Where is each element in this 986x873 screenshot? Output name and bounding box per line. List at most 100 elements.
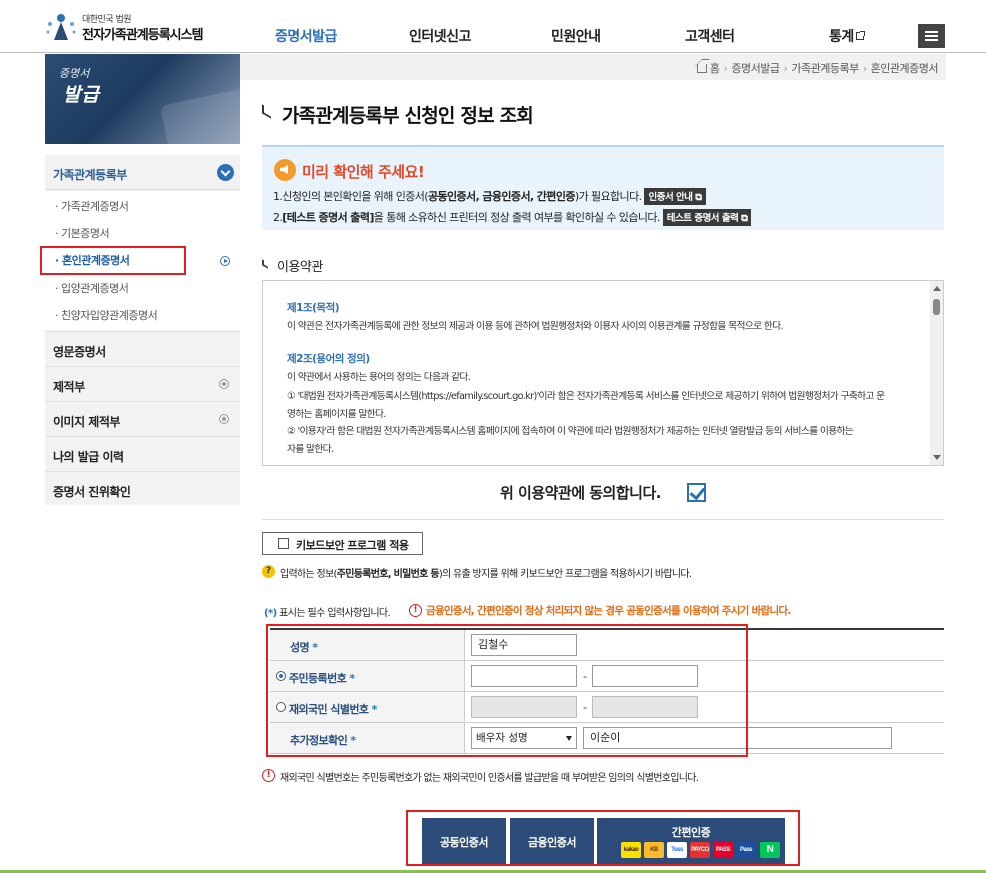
warning-icon: ! [262, 769, 275, 782]
sidebar-item-label: 기본증명서 [61, 227, 109, 240]
required-note: (*) 표시는 필수 입력사항입니다. [264, 604, 390, 619]
sidebar-section-family-registry[interactable]: 가족관계등록부 [45, 155, 240, 190]
terms-agree-checkbox[interactable] [687, 483, 706, 502]
terms-article-2-line: 자를 말한다. [287, 441, 333, 455]
sidebar-item-basic-cert[interactable]: · 기본증명서 [55, 225, 109, 241]
sidebar-group-label: 제적부 [53, 378, 85, 395]
auth-warning-text: 금융인증서, 간편인증이 정상 처리되지 않는 경우 공동인증서를 이용하여 주… [426, 603, 791, 618]
nav-certificate-issue[interactable]: 증명서발급 [275, 26, 337, 46]
hamburger-menu-icon [925, 35, 938, 37]
sidebar-item-label: 가족관계증명서 [61, 200, 128, 213]
scroll-down-icon[interactable] [933, 455, 941, 460]
highlight-box-sidebar [40, 246, 186, 275]
sidebar-banner: 증명서 발급 [45, 54, 240, 144]
sidebar-group-image-register[interactable]: 이미지 제적부 [45, 401, 240, 436]
keyboard-security-checkbox[interactable] [278, 538, 289, 549]
financial-cert-label: 금융인증서 [510, 834, 594, 850]
foreign-id-note: 재외국민 식별번호는 주민등록번호가 없는 재외국민이 인증서를 발급받을 때 … [280, 769, 698, 784]
terms-article-1-body: 이 약관은 전자가족관계등록에 관한 정보의 제공과 이용 등에 관하여 법원행… [287, 318, 783, 332]
notice-text: 을 통해 소유하신 프린터의 정상 출력 여부를 확인하실 수 있습니다. [374, 211, 660, 224]
question-icon: ? [262, 565, 275, 578]
home-icon[interactable] [697, 64, 707, 73]
cert-guide-label: 인증서 안내 [648, 192, 692, 203]
terms-scrollbar[interactable] [930, 281, 943, 465]
info-bold: 주민등록번호, 비밀번호 등 [337, 569, 439, 580]
joint-cert-label: 공동인증서 [422, 834, 506, 850]
breadcrumb: 홈›증명서발급›가족관계등록부›혼인관계증명서 [697, 60, 938, 76]
expand-circle-icon [219, 379, 229, 389]
sidebar-group-label: 이미지 제적부 [53, 413, 120, 430]
sidebar-group-english-cert[interactable]: 영문증명서 [45, 331, 240, 366]
nav-internet-report[interactable]: 인터넷신고 [409, 26, 471, 46]
nav-customer-center[interactable]: 고객센터 [685, 26, 735, 46]
breadcrumb-item[interactable]: 가족관계등록부 [791, 62, 858, 75]
sidebar-group-verify[interactable]: 증명서 진위확인 [45, 471, 240, 506]
financial-cert-button[interactable]: 금융인증서 [510, 818, 594, 864]
banner-decoration [160, 83, 240, 144]
simple-auth-button[interactable]: 간편인증 kakao KB Toss PAYCO PASS Pass N [597, 818, 785, 864]
scroll-up-icon[interactable] [933, 286, 941, 291]
site-header: 대한민국 법원 전자가족관계등록시스템 증명서발급 인터넷신고 민원안내 고객센… [0, 0, 986, 53]
sidebar-item-label: 입양관계증명서 [61, 282, 128, 295]
notice-bold: [테스트 증명서 출력] [282, 211, 373, 224]
arrow-right-circle-icon [220, 256, 230, 266]
terms-section-title: 이용약관 [277, 256, 323, 275]
sidebar-group-my-history[interactable]: 나의 발급 이력 [45, 436, 240, 471]
terms-article-2-line: ② '이용자'라 함은 대법원 전자가족관계등록시스템 홈페이지에 접속하여 이… [287, 423, 853, 437]
sidebar-group-label: 나의 발급 이력 [53, 448, 124, 465]
terms-agree-label[interactable]: 위 이용약관에 동의합니다. [500, 482, 661, 503]
nav-statistics[interactable]: 통계 [829, 26, 864, 46]
keyboard-info-text: 입력하는 정보(주민등록번호, 비밀번호 등)의 유출 방지를 위해 키보드보안… [280, 565, 691, 580]
sidebar-item-family-cert[interactable]: · 가족관계증명서 [55, 198, 128, 214]
hamburger-menu-icon [925, 39, 938, 41]
test-print-button[interactable]: 테스트 증명서 출력 ⧉ [663, 209, 752, 226]
scroll-thumb[interactable] [933, 299, 940, 315]
terms-article-2-title: 제2조(용어의 정의) [287, 351, 370, 366]
sidebar-group-label: 영문증명서 [53, 343, 106, 360]
keyboard-security-button[interactable]: 키보드보안 프로그램 적용 [262, 532, 423, 555]
notice-text: 1.신청인의 본인확인을 위해 인증서( [273, 190, 428, 203]
logo-title: 전자가족관계등록시스템 [82, 24, 203, 43]
info-text: 입력하는 정보( [280, 569, 337, 580]
terms-article-2-line: 이 약관에서 사용하는 용어의 정의는 다음과 같다. [287, 369, 470, 383]
kakao-icon: kakao [621, 842, 641, 858]
terms-scroll-box[interactable]: 제1조(목적) 이 약관은 전자가족관계등록에 관한 정보의 제공과 이용 등에… [262, 280, 944, 466]
required-star: (*) [264, 608, 277, 619]
court-emblem-icon [44, 12, 78, 42]
nav-statistics-label: 통계 [829, 29, 854, 45]
sidebar-nav: 가족관계등록부 · 가족관계증명서 · 기본증명서 · 혼인관계증명서 · 입양… [45, 155, 240, 505]
breadcrumb-home[interactable]: 홈 [710, 62, 720, 75]
breadcrumb-separator: › [863, 62, 867, 75]
highlight-box-form [266, 624, 748, 757]
notice-line-2: 2.[테스트 증명서 출력]을 통해 소유하신 프린터의 정상 출력 여부를 확… [273, 209, 751, 226]
terms-article-2-line: 영하는 홈페이지를 말한다. [287, 406, 386, 420]
info-text: )의 유출 방지를 위해 키보드보안 프로그램을 적용하시기 바랍니다. [439, 569, 692, 580]
sidebar-item-full-adoption-cert[interactable]: · 친양자입양관계증명서 [55, 307, 157, 323]
kb-icon: KB [644, 842, 664, 858]
breadcrumb-current: 혼인관계증명서 [871, 62, 938, 75]
breadcrumb-item[interactable]: 증명서발급 [731, 62, 779, 75]
nav-civil-guide[interactable]: 민원안내 [551, 26, 601, 46]
page-title: 가족관계등록부 신청인 정보 조회 [282, 101, 533, 128]
sidebar-group-label: 증명서 진위확인 [53, 483, 130, 500]
notice-text: 2. [273, 211, 282, 224]
hamburger-menu-button[interactable] [918, 24, 945, 48]
notice-text: )가 필요합니다. [575, 190, 642, 203]
chevron-down-icon[interactable] [217, 164, 234, 181]
site-logo[interactable]: 대한민국 법원 전자가족관계등록시스템 [44, 10, 214, 46]
sidebar-item-adoption-cert[interactable]: · 입양관계증명서 [55, 280, 128, 296]
sidebar-section-label: 가족관계등록부 [53, 166, 127, 183]
divider [262, 519, 944, 520]
keyboard-security-label: 키보드보안 프로그램 적용 [296, 537, 408, 553]
pass-alt-icon: Pass [736, 842, 756, 858]
payco-icon: PAYCO [690, 842, 710, 858]
naver-icon: N [760, 842, 780, 858]
cert-guide-button[interactable]: 인증서 안내 ⧉ [644, 188, 705, 205]
simple-auth-label: 간편인증 [597, 824, 785, 840]
joint-cert-button[interactable]: 공동인증서 [422, 818, 506, 864]
notice-box: 미리 확인해 주세요! 1.신청인의 본인확인을 위해 인증서(공동인증서, 금… [262, 145, 944, 230]
notice-line-1: 1.신청인의 본인확인을 위해 인증서(공동인증서, 금융인증서, 간편인증)가… [273, 188, 706, 205]
banner-text-1: 증명서 [59, 65, 89, 81]
sidebar-group-removed-register[interactable]: 제적부 [45, 366, 240, 401]
breadcrumb-separator: › [723, 62, 727, 75]
